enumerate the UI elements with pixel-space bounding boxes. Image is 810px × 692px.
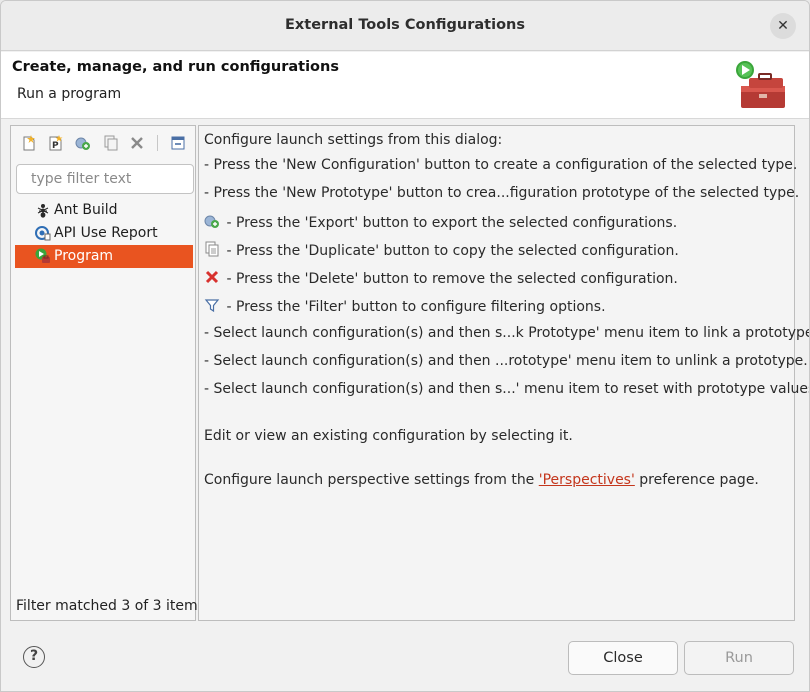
perspective-text: Configure launch perspective settings fr… — [204, 472, 759, 488]
filter-status: Filter matched 3 of 3 items — [16, 598, 205, 614]
toolbox-run-icon — [736, 61, 785, 108]
intro-text: Configure launch settings from this dial… — [204, 132, 503, 148]
delete-icon[interactable] — [128, 134, 146, 152]
header-subtitle: Run a program — [17, 86, 122, 102]
help-panel: Configure launch settings from this dial… — [198, 125, 809, 621]
perspectives-link[interactable]: 'Perspectives' — [539, 472, 635, 488]
tree-item-ant-build[interactable]: Ant Build — [15, 199, 194, 222]
tree-item-label: Ant Build — [54, 202, 118, 218]
list-toolbar: P — [17, 132, 193, 154]
title-bar: External Tools Configurations ✕ — [1, 1, 809, 51]
export-icon[interactable] — [74, 134, 92, 152]
edit-text: Edit or view an existing configuration b… — [204, 428, 573, 444]
filter-icon — [204, 299, 220, 313]
help-line: - Press the 'Delete' button to remove th… — [204, 269, 678, 287]
close-window-button[interactable]: ✕ — [770, 13, 796, 39]
dialog-window: External Tools Configurations ✕ Create, … — [0, 0, 810, 692]
toolbar-separator — [157, 135, 158, 151]
ant-icon — [37, 204, 49, 218]
tree-item-label: Program — [54, 248, 114, 264]
new-configuration-icon[interactable] — [20, 134, 38, 152]
run-button[interactable]: Run — [684, 641, 794, 675]
help-button[interactable]: ? — [23, 646, 45, 668]
program-icon — [35, 248, 50, 263]
delete-icon — [205, 270, 219, 284]
configuration-list-panel: P type filter text Ant Build API Use Rep… — [10, 125, 205, 621]
duplicate-icon[interactable] — [101, 134, 119, 152]
tree-item-api-use-report[interactable]: API Use Report — [15, 222, 194, 245]
collapse-all-icon[interactable] — [169, 134, 187, 152]
header-title: Create, manage, and run configurations — [12, 59, 339, 75]
new-prototype-icon[interactable]: P — [47, 134, 65, 152]
help-line: - Press the 'New Configuration' button t… — [204, 157, 798, 173]
dialog-header: Create, manage, and run configurations R… — [1, 52, 809, 119]
tree-item-label: API Use Report — [54, 225, 158, 241]
help-line: - Select launch configuration(s) and the… — [204, 353, 808, 369]
api-report-icon — [35, 226, 51, 241]
help-line: - Press the 'Duplicate' button to copy t… — [204, 241, 679, 259]
tree-item-program[interactable]: Program — [15, 245, 193, 268]
close-button[interactable]: Close — [568, 641, 678, 675]
help-line: - Press the 'Filter' button to configure… — [204, 297, 606, 315]
help-line: - Select launch configuration(s) and the… — [204, 325, 810, 341]
help-line: - Press the 'New Prototype' button to cr… — [204, 185, 800, 201]
filter-input[interactable] — [16, 164, 194, 194]
configuration-tree: Ant Build API Use Report Program — [15, 199, 194, 268]
export-icon — [204, 215, 219, 228]
help-line: - Press the 'Export' button to export th… — [204, 213, 677, 231]
duplicate-icon — [205, 241, 219, 257]
svg-text:P: P — [52, 141, 59, 151]
help-line: - Select launch configuration(s) and the… — [204, 381, 810, 397]
window-title: External Tools Configurations — [285, 17, 525, 33]
